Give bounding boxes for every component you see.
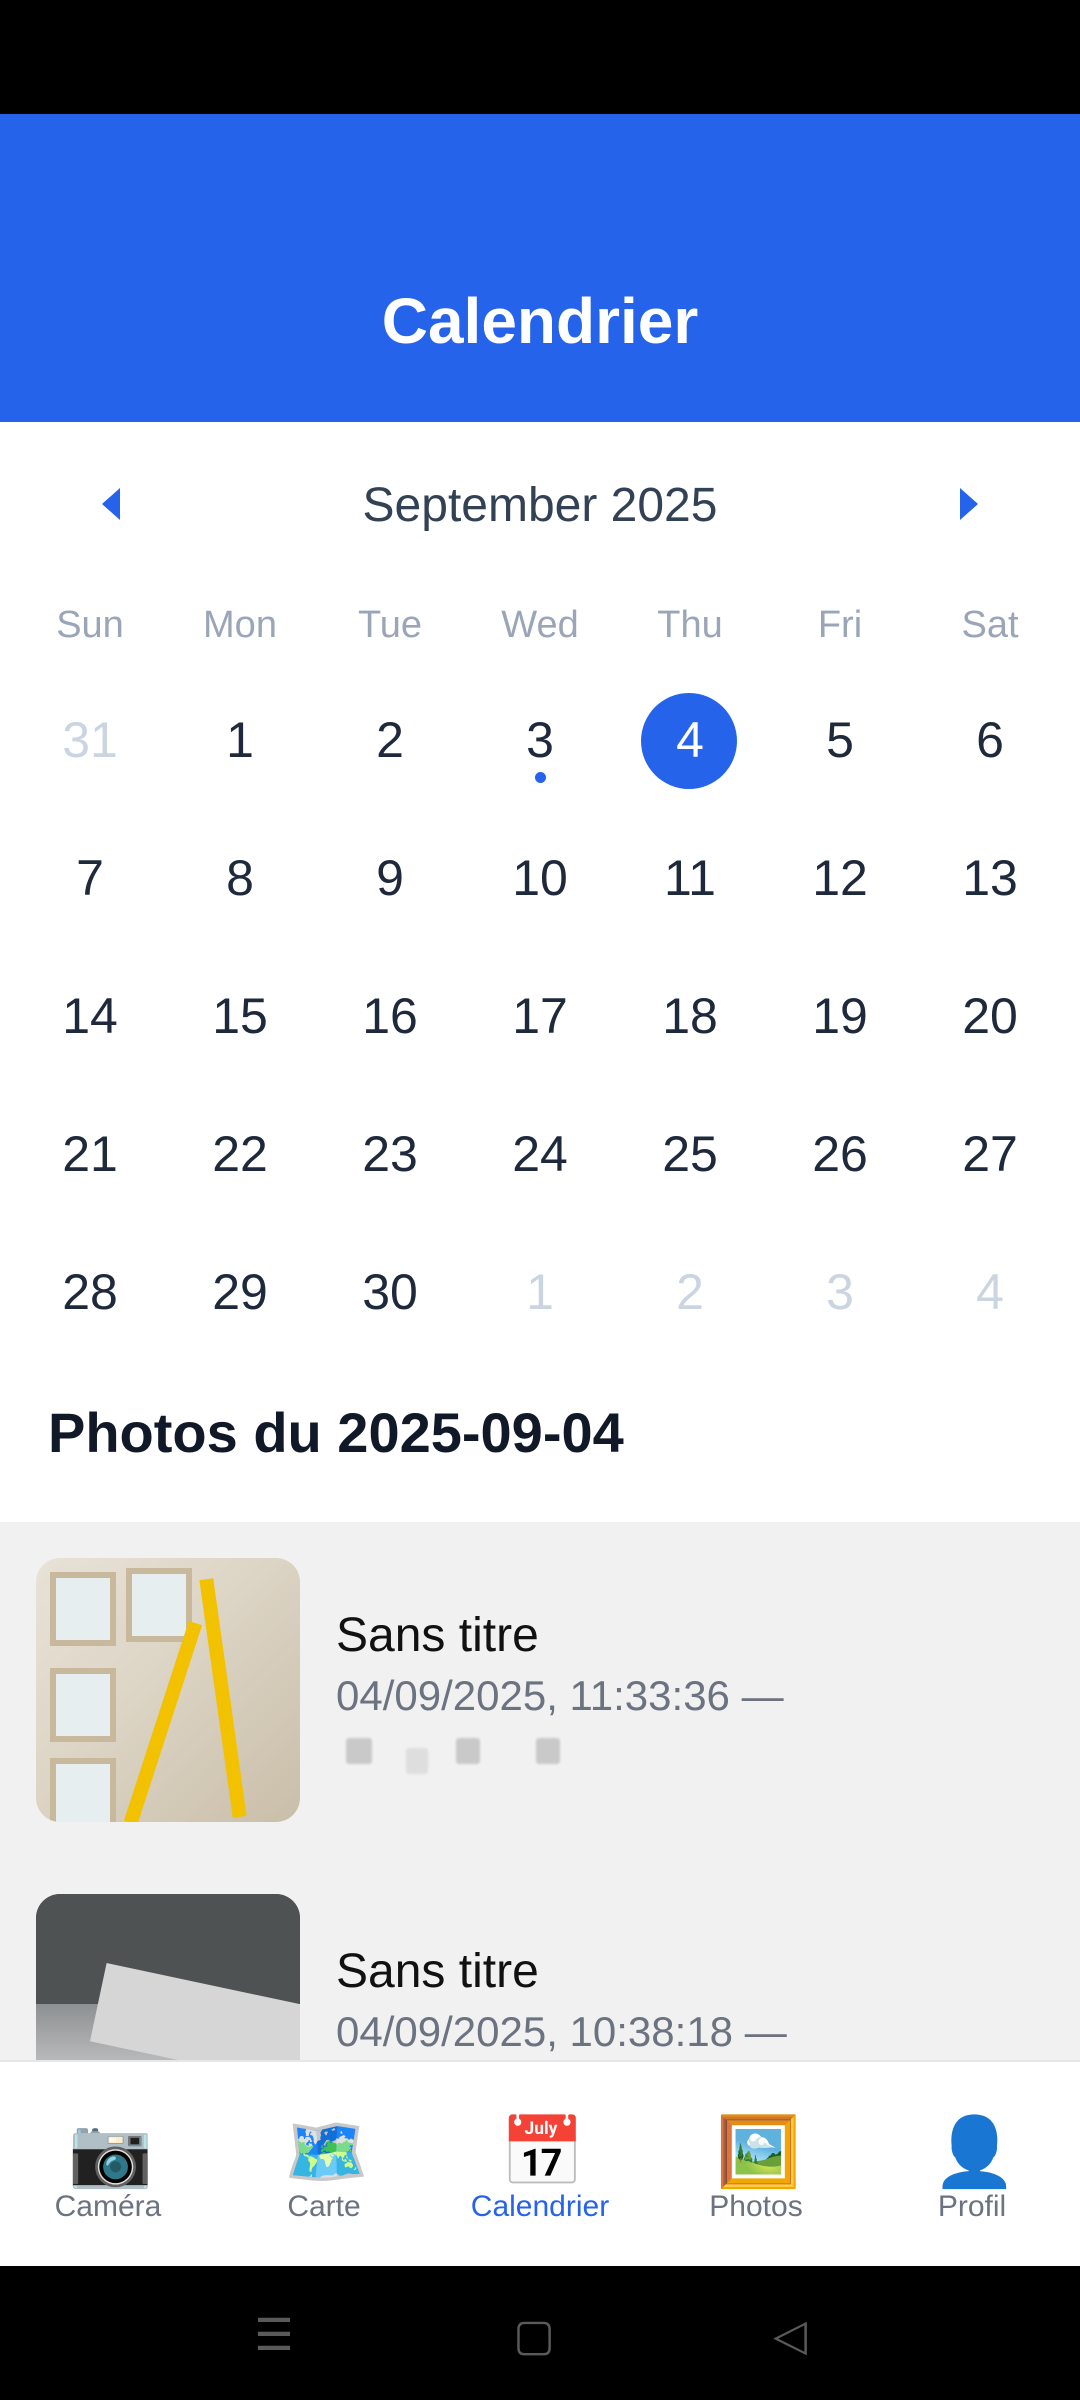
calendar-day[interactable]: 11 [615,828,765,928]
weekday-label: Thu [657,604,723,646]
photo-thumbnail[interactable] [36,1894,300,2060]
month-navigation: September 2025 [0,470,1080,540]
photo-timestamp: 04/09/2025, 10:38:18 — [336,2008,787,2055]
photo-indicator-dot [535,772,546,783]
calendar-day[interactable]: 1 [465,1242,615,1342]
calendar-day[interactable]: 6 [915,690,1065,790]
tab-calendar[interactable]: 📅 Calendrier [432,2062,648,2268]
calendar-day[interactable]: 22 [165,1104,315,1204]
tab-label: Carte [287,2190,361,2223]
calendar-day[interactable]: 5 [765,690,915,790]
calendar-day[interactable]: 19 [765,966,915,1066]
calendar-day[interactable]: 1 [165,690,315,790]
weekday-label: Wed [501,604,579,646]
calendar-icon: 📅 [500,2114,585,2190]
tab-profile[interactable]: 👤 Profil [864,2062,1080,2268]
calendar-day[interactable]: 2 [315,690,465,790]
weekday-header: Sun Mon Tue Wed Thu Fri Sat [0,600,1080,660]
calendar-day[interactable]: 27 [915,1104,1065,1204]
month-label: September 2025 [362,479,718,532]
back-icon[interactable]: ◁ [760,2306,820,2366]
calendar-day[interactable]: 2 [615,1242,765,1342]
calendar-day[interactable]: 17 [465,966,615,1066]
map-icon: 🗺️ [284,2114,369,2190]
tab-label: Calendrier [470,2190,610,2223]
calendar-day[interactable]: 20 [915,966,1065,1066]
menu-icon[interactable]: ☰ [244,2306,304,2366]
list-item[interactable]: Sans titre 04/09/2025, 11:33:36 — [0,1558,1080,1858]
tab-camera[interactable]: 📷 Caméra [0,2062,216,2268]
photo-thumbnail[interactable] [36,1558,300,1822]
status-bar [0,0,1080,114]
calendar-day[interactable]: 24 [465,1104,615,1204]
calendar-day[interactable]: 30 [315,1242,465,1342]
calendar-day[interactable]: 13 [915,828,1065,928]
tab-photos[interactable]: 🖼️ Photos [648,2062,864,2268]
home-icon[interactable]: ▢ [504,2306,564,2366]
calendar-day[interactable]: 23 [315,1104,465,1204]
bottom-tab-bar: 📷 Caméra 🗺️ Carte 📅 Calendrier 🖼️ Photos… [0,2060,1080,2268]
photo-title: Sans titre [336,1609,539,1662]
calendar-day[interactable]: 7 [15,828,165,928]
calendar-day-selected[interactable]: 4 [615,690,765,790]
camera-icon: 📷 [68,2114,153,2190]
tab-label: Caméra [54,2190,162,2223]
page-title: Calendrier [381,285,699,357]
calendar-day[interactable]: 4 [915,1242,1065,1342]
calendar-day[interactable]: 15 [165,966,315,1066]
profile-icon: 👤 [932,2114,1017,2190]
next-month-icon[interactable] [960,488,978,520]
weekday-label: Mon [203,604,277,646]
calendar-day[interactable]: 16 [315,966,465,1066]
calendar-day[interactable]: 3 [765,1242,915,1342]
tab-map[interactable]: 🗺️ Carte [216,2062,432,2268]
calendar-day[interactable]: 14 [15,966,165,1066]
calendar-day[interactable]: 18 [615,966,765,1066]
calendar-day[interactable]: 28 [15,1242,165,1342]
photo-list[interactable]: Sans titre 04/09/2025, 11:33:36 — Sans t… [0,1522,1080,2060]
tab-label: Photos [709,2190,803,2223]
calendar-day[interactable]: 10 [465,828,615,928]
calendar-day[interactable]: 8 [165,828,315,928]
weekday-label: Sun [56,604,124,646]
calendar-day[interactable]: 21 [15,1104,165,1204]
calendar-day[interactable]: 9 [315,828,465,928]
photos-section-title: Photos du 2025-09-04 [48,1401,624,1464]
calendar-day[interactable]: 26 [765,1104,915,1204]
tab-label: Profil [937,2190,1007,2223]
weekday-label: Sat [961,604,1019,646]
weekday-label: Tue [357,604,423,646]
redacted-location [336,1738,596,1774]
calendar-day[interactable]: 12 [765,828,915,928]
photo-timestamp: 04/09/2025, 11:33:36 — [336,1672,784,1719]
system-navigation-bar: ☰ ▢ ◁ [0,2266,1080,2400]
list-item[interactable]: Sans titre 04/09/2025, 10:38:18 — [0,1894,1080,2060]
calendar-day[interactable]: 3 [465,690,615,790]
calendar-day[interactable]: 31 [15,690,165,790]
weekday-label: Fri [817,604,863,646]
app-header: Calendrier [0,114,1080,422]
calendar-grid: 31 1 2 3 4 5 6 7 8 9 10 11 12 13 14 15 1… [0,690,1080,1380]
calendar-day[interactable]: 25 [615,1104,765,1204]
photo-title: Sans titre [336,1945,539,1998]
picture-icon: 🖼️ [716,2114,801,2190]
calendar-day[interactable]: 29 [165,1242,315,1342]
